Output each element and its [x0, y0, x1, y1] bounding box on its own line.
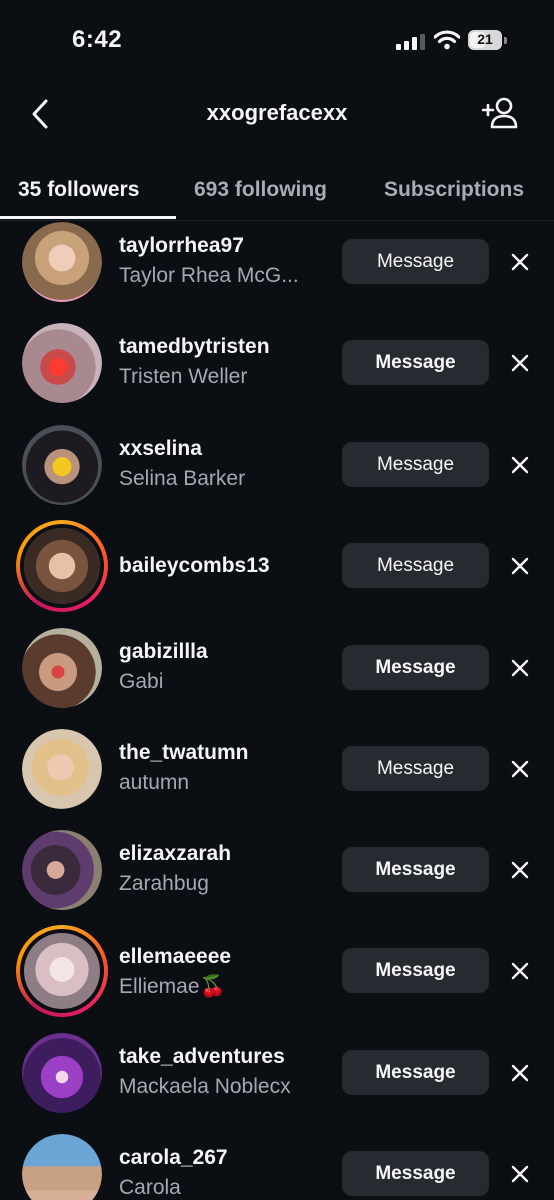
- full-name: Elliemae🍒: [119, 975, 226, 998]
- avatar-story-ring[interactable]: [16, 520, 108, 612]
- close-icon[interactable]: [509, 960, 531, 982]
- full-name: Carola: [119, 1176, 181, 1199]
- full-name: Gabi: [119, 670, 164, 693]
- avatar[interactable]: [22, 1033, 102, 1113]
- list-item[interactable]: xxselina Selina Barker Message: [0, 425, 554, 526]
- close-icon[interactable]: [509, 657, 531, 679]
- message-button[interactable]: Message: [342, 442, 489, 487]
- username[interactable]: ellemaeeee: [119, 945, 231, 969]
- list-item[interactable]: gabizillla Gabi Message: [0, 628, 554, 729]
- avatar-story-ring[interactable]: [16, 925, 108, 1017]
- username[interactable]: gabizillla: [119, 640, 208, 664]
- active-tab-indicator: [0, 216, 176, 219]
- close-icon[interactable]: [509, 251, 531, 273]
- list-item[interactable]: ellemaeeee Elliemae🍒 Message: [0, 925, 554, 1026]
- message-button[interactable]: Message: [342, 543, 489, 588]
- avatar[interactable]: [22, 830, 102, 910]
- battery-icon: 21: [468, 30, 508, 52]
- list-item[interactable]: the_twatumn autumn Message: [0, 729, 554, 830]
- message-button[interactable]: Message: [342, 1151, 489, 1196]
- message-button[interactable]: Message: [342, 847, 489, 892]
- status-bar: 6:42 21: [0, 0, 554, 80]
- cellular-signal-icon: [396, 34, 425, 50]
- status-time: 6:42: [72, 26, 123, 53]
- tab-followers[interactable]: 35 followers: [18, 178, 139, 202]
- tab-subscriptions[interactable]: Subscriptions: [384, 178, 524, 202]
- username[interactable]: elizaxzarah: [119, 842, 231, 866]
- avatar[interactable]: [22, 729, 102, 809]
- list-item[interactable]: baileycombs13 Message: [0, 520, 554, 621]
- avatar[interactable]: [22, 628, 102, 708]
- battery-level: 21: [477, 31, 493, 47]
- message-button[interactable]: Message: [342, 948, 489, 993]
- username[interactable]: taylorrhea97: [119, 234, 244, 258]
- close-icon[interactable]: [509, 1163, 531, 1185]
- avatar[interactable]: [22, 222, 102, 302]
- avatar[interactable]: [22, 1134, 102, 1200]
- tab-following[interactable]: 693 following: [194, 178, 327, 202]
- message-button[interactable]: Message: [342, 239, 489, 284]
- full-name: Taylor Rhea McG...: [119, 264, 299, 287]
- close-icon[interactable]: [509, 859, 531, 881]
- list-item[interactable]: take_adventures Mackaela Noblecx Message: [0, 1033, 554, 1134]
- username[interactable]: carola_267: [119, 1146, 228, 1170]
- message-button[interactable]: Message: [342, 1050, 489, 1095]
- close-icon[interactable]: [509, 758, 531, 780]
- close-icon[interactable]: [509, 1062, 531, 1084]
- username[interactable]: the_twatumn: [119, 741, 249, 765]
- list-item[interactable]: taylorrhea97 Taylor Rhea McG... Message: [0, 222, 554, 323]
- list-item[interactable]: elizaxzarah Zarahbug Message: [0, 830, 554, 931]
- add-person-icon[interactable]: [482, 96, 518, 130]
- full-name: Selina Barker: [119, 467, 246, 490]
- message-button[interactable]: Message: [342, 645, 489, 690]
- full-name: autumn: [119, 771, 190, 794]
- avatar[interactable]: [22, 425, 102, 505]
- avatar[interactable]: [22, 323, 102, 403]
- full-name: Zarahbug: [119, 872, 209, 895]
- username[interactable]: baileycombs13: [119, 554, 270, 578]
- message-button[interactable]: Message: [342, 340, 489, 385]
- list-item[interactable]: carola_267 Carola Message: [0, 1134, 554, 1200]
- page-title: xxogrefacexx: [206, 100, 348, 125]
- tab-bar: 35 followers 693 following Subscriptions: [0, 168, 554, 221]
- followers-list: taylorrhea97 Taylor Rhea McG... Message …: [0, 220, 554, 1200]
- username[interactable]: take_adventures: [119, 1045, 285, 1069]
- close-icon[interactable]: [509, 352, 531, 374]
- message-button[interactable]: Message: [342, 746, 489, 791]
- full-name: Tristen Weller: [119, 365, 248, 388]
- list-item[interactable]: tamedbytristen Tristen Weller Message: [0, 323, 554, 424]
- full-name: Mackaela Noblecx: [119, 1075, 291, 1098]
- close-icon[interactable]: [509, 454, 531, 476]
- username[interactable]: xxselina: [119, 437, 202, 461]
- close-icon[interactable]: [509, 555, 531, 577]
- wifi-icon: [434, 30, 460, 50]
- username[interactable]: tamedbytristen: [119, 335, 270, 359]
